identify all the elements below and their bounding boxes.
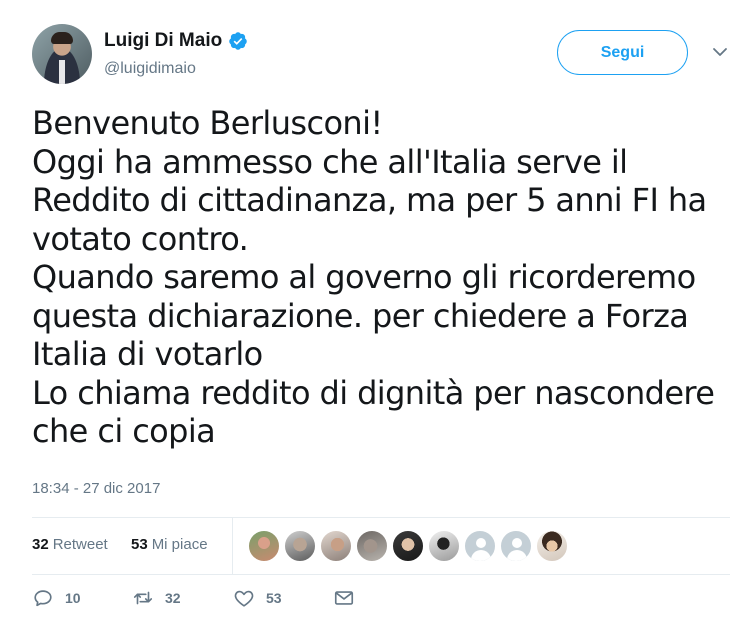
retweet-stat[interactable]: 32 Retweet [32,536,108,553]
tweet-timestamp[interactable]: 18:34 - 27 dic 2017 [32,480,160,497]
tweet-card: Luigi Di Maio @luigidimaio Segui Benvenu… [0,0,747,622]
retweet-icon [133,591,153,605]
tweet-actions: 10 32 53 [32,587,532,617]
liker-avatar[interactable] [392,530,424,562]
author-handle[interactable]: @luigidimaio [104,60,196,78]
like-stat-label: Mi piace [151,536,208,553]
stats-divider-bottom [32,574,730,575]
reply-button[interactable]: 10 [32,587,81,609]
liker-avatar[interactable] [320,530,352,562]
tweet-header: Luigi Di Maio @luigidimaio Segui [32,24,737,86]
direct-message-button[interactable] [333,587,355,609]
chevron-down-icon[interactable] [710,42,730,62]
like-count: 53 [266,590,282,606]
author-display-name[interactable]: Luigi Di Maio [104,30,222,52]
tweet-text-line: Reddito di cittadinanza, ma per 5 anni F… [32,181,707,219]
tweet-text-line: Italia di votarlo [32,335,263,373]
liker-avatar[interactable] [356,530,388,562]
retweet-count: 32 [165,590,181,606]
liker-avatar[interactable] [284,530,316,562]
stats-vertical-divider [232,517,233,574]
envelope-icon [334,591,354,605]
like-stat[interactable]: 53 Mi piace [131,536,208,553]
follow-button[interactable]: Segui [557,30,688,75]
like-stat-count: 53 [131,536,148,553]
tweet-text-line: Benvenuto Berlusconi! [32,104,383,142]
tweet-text-line: questa dichiarazione. per chiedere a For… [32,296,689,335]
liker-avatars [248,530,568,562]
liker-avatar[interactable] [248,530,280,562]
author-avatar[interactable] [32,24,92,84]
retweet-stat-count: 32 [32,536,49,553]
retweet-stat-label: Retweet [52,536,108,553]
like-button[interactable]: 53 [233,587,282,609]
tweet-text: Benvenuto Berlusconi! Oggi ha ammesso ch… [32,104,722,451]
tweet-stats: 32 Retweet 53 Mi piace [32,517,730,574]
author-name-row[interactable]: Luigi Di Maio [104,30,248,52]
liker-avatar-default[interactable] [500,530,532,562]
retweet-button[interactable]: 32 [132,587,181,609]
liker-avatar[interactable] [428,530,460,562]
liker-avatar-default[interactable] [464,530,496,562]
tweet-text-line: votato contro. [32,219,249,258]
tweet-text-line: che ci copia [32,412,216,450]
heart-icon [234,590,254,607]
reply-count: 10 [65,590,81,606]
liker-avatar[interactable] [536,530,568,562]
verified-badge-icon [228,31,248,51]
tweet-text-line: Oggi ha ammesso che all'Italia serve il [32,142,628,181]
reply-icon [34,590,52,607]
tweet-text-line: Quando saremo al governo gli ricorderemo [32,258,696,296]
tweet-text-line: Lo chiama reddito di dignità per nascond… [32,373,715,412]
